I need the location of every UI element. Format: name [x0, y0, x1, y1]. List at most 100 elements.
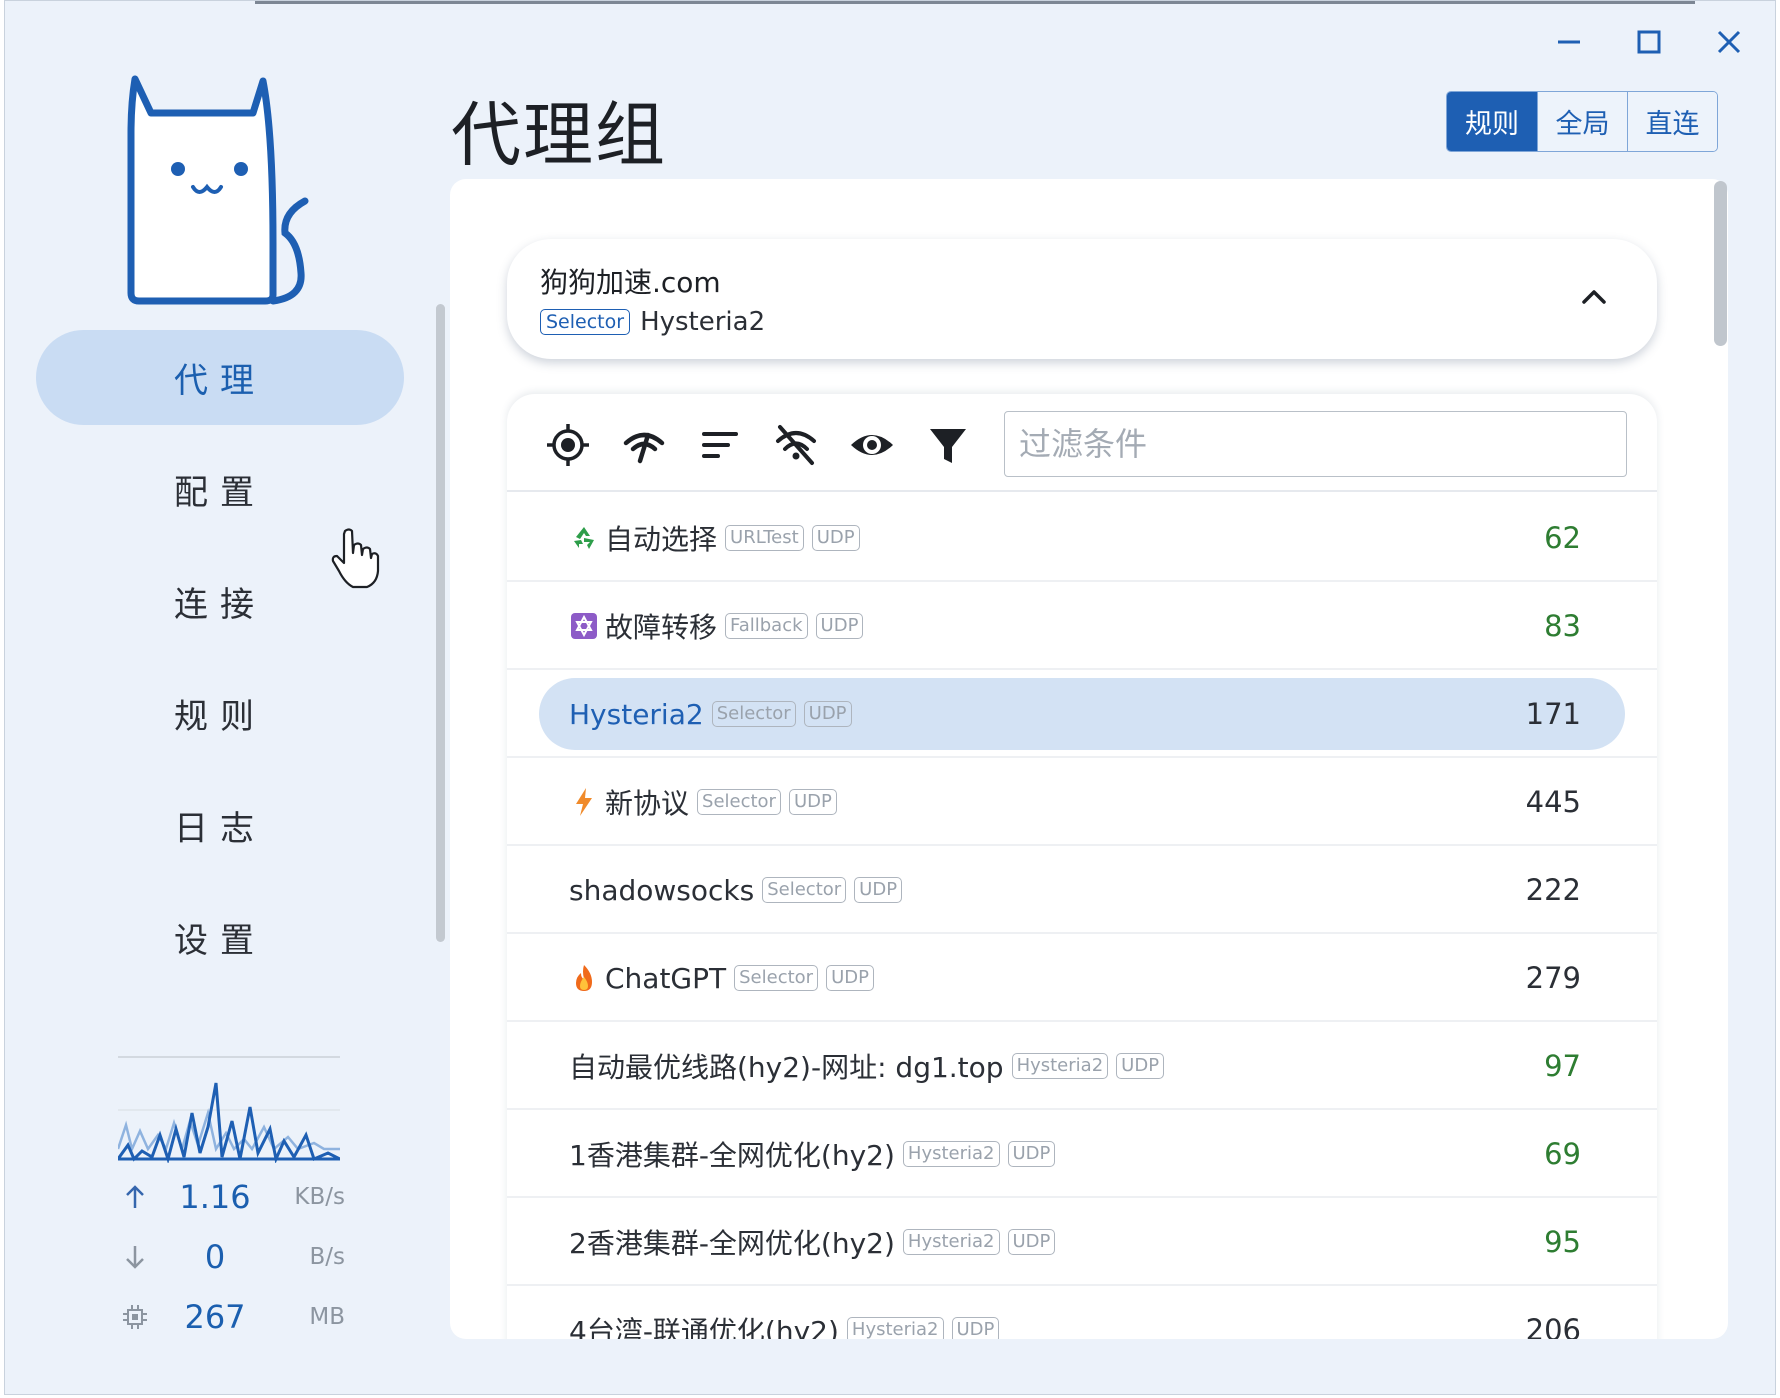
proxy-row[interactable]: 自动最优线路(hy2)-网址: dg1.top Hysteria2 UDP 97: [507, 1022, 1657, 1110]
proxy-item[interactable]: 2香港集群-全网优化(hy2) Hysteria2 UDP 95: [539, 1206, 1625, 1278]
proxy-delay[interactable]: 445: [1526, 785, 1581, 819]
group-subtitle: Selector Hysteria2: [540, 307, 765, 337]
proxy-delay[interactable]: 206: [1526, 1313, 1581, 1339]
chip-icon: [115, 1304, 155, 1330]
proxy-name: 自动选择: [605, 523, 718, 556]
proxy-tag: Fallback: [725, 613, 808, 639]
sidebar-item-label: 代理: [174, 361, 266, 401]
proxy-delay[interactable]: 95: [1544, 1225, 1581, 1259]
proxy-tag: UDP: [803, 701, 852, 727]
sidebar-item-logs[interactable]: 日志: [36, 778, 404, 873]
proxy-row[interactable]: ChatGPT Selector UDP 279: [507, 934, 1657, 1022]
sidebar-scrollbar[interactable]: [436, 304, 445, 942]
group-current-proxy: Hysteria2: [640, 307, 766, 337]
proxy-item[interactable]: shadowsocks Selector UDP 222: [539, 854, 1625, 926]
locate-icon[interactable]: [544, 421, 592, 469]
sidebar-item-label: 设置: [174, 921, 266, 961]
proxy-tag: UDP: [1007, 1141, 1056, 1167]
proxy-tag: Hysteria2: [902, 1229, 1000, 1255]
eye-icon[interactable]: [848, 421, 896, 469]
proxy-row[interactable]: 2香港集群-全网优化(hy2) Hysteria2 UDP 95: [507, 1198, 1657, 1286]
proxy-item[interactable]: 新协议 Selector UDP 445: [539, 766, 1625, 838]
mode-direct-button[interactable]: 直连: [1627, 92, 1717, 151]
download-unit: B/s: [309, 1244, 345, 1270]
proxy-tag: UDP: [811, 525, 860, 551]
hand-cursor-icon: [331, 528, 380, 589]
proxy-row[interactable]: 新协议 Selector UDP 445: [507, 758, 1657, 846]
memory-value: 267: [184, 1298, 246, 1336]
close-icon[interactable]: [1699, 19, 1759, 65]
proxy-item[interactable]: 1香港集群-全网优化(hy2) Hysteria2 UDP 69: [539, 1118, 1625, 1190]
proxy-delay[interactable]: 62: [1544, 521, 1581, 555]
filter-input[interactable]: [1004, 411, 1627, 477]
group-header[interactable]: 狗狗加速.com Selector Hysteria2: [507, 239, 1657, 359]
proxy-tag: UDP: [1116, 1053, 1165, 1079]
proxy-tag: Hysteria2: [1011, 1053, 1109, 1079]
proxy-name: 新协议: [605, 787, 690, 820]
proxy-group-card: 狗狗加速.com Selector Hysteria2 过滤条件 自动选择 UR…: [450, 179, 1728, 1339]
proxy-tag: UDP: [854, 877, 903, 903]
proxy-delay[interactable]: 97: [1544, 1049, 1581, 1083]
title-strip: [255, 1, 1695, 4]
proxy-delay[interactable]: 69: [1544, 1137, 1581, 1171]
sidebar-item-rules[interactable]: 规则: [36, 666, 404, 761]
recycle-icon: [569, 523, 599, 553]
mode-switch: 规则 全局 直连: [1446, 91, 1718, 152]
sidebar-item-label: 连接: [174, 585, 266, 625]
proxy-row[interactable]: 1香港集群-全网优化(hy2) Hysteria2 UDP 69: [507, 1110, 1657, 1198]
proxy-row[interactable]: 故障转移 Fallback UDP 83: [507, 582, 1657, 670]
arrow-down-icon: [115, 1244, 155, 1270]
mode-global-button[interactable]: 全局: [1537, 92, 1627, 151]
proxy-item[interactable]: 故障转移 Fallback UDP 83: [539, 590, 1625, 662]
proxy-tag: UDP: [815, 613, 864, 639]
proxy-toolbar: [507, 394, 1657, 492]
proxy-name: 故障转移: [605, 611, 718, 644]
proxy-item[interactable]: ChatGPT Selector UDP 279: [539, 942, 1625, 1014]
proxy-item[interactable]: 自动选择 URLTest UDP 62: [539, 502, 1625, 574]
proxy-name: shadowsocks: [569, 873, 755, 907]
proxy-delay[interactable]: 222: [1526, 873, 1581, 907]
proxy-row[interactable]: 4台湾-联通优化(hy2) Hysteria2 UDP 206: [507, 1286, 1657, 1339]
proxy-delay[interactable]: 83: [1544, 609, 1581, 643]
proxy-item[interactable]: 自动最优线路(hy2)-网址: dg1.top Hysteria2 UDP 97: [539, 1030, 1625, 1102]
proxy-name: 自动最优线路(hy2)-网址: dg1.top: [569, 1051, 1004, 1084]
proxy-tag: Selector: [697, 789, 781, 815]
proxy-row[interactable]: 自动选择 URLTest UDP 62: [507, 494, 1657, 582]
proxy-tag: Selector: [762, 877, 847, 903]
proxy-tag: UDP: [1007, 1229, 1056, 1255]
mode-rule-button[interactable]: 规则: [1447, 92, 1537, 151]
maximize-icon[interactable]: [1619, 19, 1679, 65]
lightning-icon: [569, 787, 599, 817]
proxy-tag: UDP: [826, 965, 874, 991]
cat-logo-icon: [127, 75, 309, 305]
upload-unit: KB/s: [294, 1184, 345, 1210]
proxy-row[interactable]: shadowsocks Selector UDP 222: [507, 846, 1657, 934]
proxy-tag: Hysteria2: [902, 1141, 1000, 1167]
sidebar-item-proxies[interactable]: 代理: [36, 330, 404, 425]
memory-usage: 267 MB: [115, 1295, 355, 1339]
proxy-delay[interactable]: 279: [1526, 961, 1581, 995]
upload-value: 1.16: [179, 1178, 251, 1216]
arrow-up-icon: [115, 1184, 155, 1210]
sidebar-item-label: 日志: [174, 809, 266, 849]
proxy-name: 1香港集群-全网优化(hy2): [569, 1139, 895, 1172]
download-speed: 0 B/s: [115, 1235, 355, 1279]
sidebar-item-profiles[interactable]: 配置: [36, 442, 404, 537]
proxy-tag: UDP: [788, 789, 837, 815]
proxy-item[interactable]: 4台湾-联通优化(hy2) Hysteria2 UDP 206: [539, 1294, 1625, 1339]
minimize-icon[interactable]: [1539, 19, 1599, 65]
proxy-tag: Selector: [711, 701, 796, 727]
proxy-list-panel: 自动选择 URLTest UDP 62 故障转移 Fallback UDP 83 Hysteri…: [507, 394, 1657, 1339]
proxy-row[interactable]: Hysteria2 Selector UDP 171: [507, 670, 1657, 758]
sidebar-item-settings[interactable]: 设置: [36, 890, 404, 985]
chevron-up-icon[interactable]: [1579, 281, 1609, 315]
proxy-item-selected[interactable]: Hysteria2 Selector UDP 171: [539, 678, 1625, 750]
proxy-tag: URLTest: [725, 525, 804, 551]
speed-test-icon[interactable]: [620, 421, 668, 469]
card-scrollbar[interactable]: [1714, 181, 1727, 346]
filter-icon[interactable]: [924, 421, 972, 469]
no-delay-icon[interactable]: [772, 421, 820, 469]
sort-icon[interactable]: [696, 421, 744, 469]
proxy-delay[interactable]: 171: [1526, 697, 1581, 731]
app-window: 代理 配置 连接 规则 日志 设置 1.16 KB/s 0 B/s 267 MB: [4, 0, 1776, 1395]
